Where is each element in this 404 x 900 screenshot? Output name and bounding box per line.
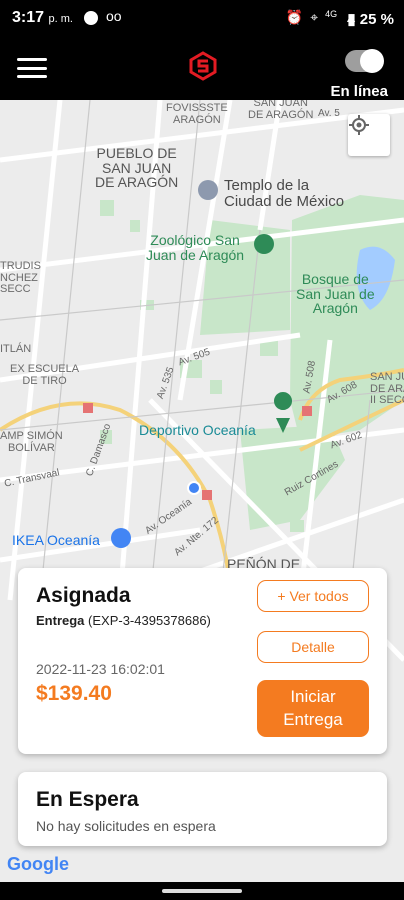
status-time-value: 3:17	[12, 9, 45, 26]
delivery-date: 2022-11-23 16:02:01	[36, 661, 165, 677]
menu-icon[interactable]	[17, 58, 47, 78]
delivery-row: Entrega (EXP-3-4395378686)	[36, 613, 211, 628]
waiting-message: No hay solicitudes en espera	[36, 818, 216, 834]
online-toggle[interactable]	[345, 49, 384, 73]
waiting-title: En Espera	[36, 788, 139, 811]
map-label-pueblo: PUEBLO DE SAN JUAN DE ARAGÓN	[95, 145, 179, 191]
battery-percent: 25 %	[359, 11, 394, 28]
status-bar: 3:17 p. m. oo ⏰ ⌖ 4G ▲ ▮ 25 %	[0, 0, 404, 38]
map-label-bosque: Bosque de San Juan de Aragón	[296, 271, 375, 317]
map-label-escuela: EX ESCUELA DE TIRO	[10, 363, 80, 387]
location-icon: ⌖	[310, 9, 319, 25]
map-label-zoologico: Zoológico San Juan de Aragón	[146, 232, 245, 263]
app-bar: En línea	[0, 38, 404, 100]
network-type: 4G	[325, 9, 338, 19]
google-logo-text: Google	[7, 854, 69, 874]
battery-icon: ▮	[347, 11, 356, 28]
map-label-campo: AMP SIMÓN BOLÍVAR	[0, 430, 63, 454]
voicemail-icon: oo	[106, 8, 122, 24]
brand-logo-icon	[188, 51, 218, 86]
home-gesture-pill[interactable]	[162, 889, 242, 893]
waiting-card: En Espera No hay solicitudes en espera	[18, 772, 387, 846]
status-time-ampm: p. m.	[48, 13, 73, 25]
notification-dot-icon	[84, 11, 98, 25]
assigned-card: Asignada Entrega (EXP-3-4395378686) 2022…	[18, 568, 387, 754]
google-logo: Google	[7, 854, 69, 875]
map-label-trudis: TRUDIS NCHEZ SECC	[0, 260, 41, 296]
online-toggle-knob	[360, 49, 384, 73]
map-label-san-juan-top: SAN JUAN DE ARAGÓN	[248, 100, 314, 121]
map-label-templo: Templo de la Ciudad de México	[224, 177, 345, 210]
alarm-icon: ⏰	[285, 9, 304, 25]
map-label-itlan: ITLÁN	[0, 343, 32, 355]
delivery-code: (EXP-3-4395378686)	[88, 613, 211, 628]
map-view[interactable]: FOVISSSTE ARAGÓN SAN JUAN DE ARAGÓN PUEB…	[0, 100, 404, 882]
map-label-san-juan-right: SAN JUAN DE ARAG II SECC	[370, 371, 404, 407]
online-label: En línea	[330, 83, 388, 100]
map-roads	[0, 100, 404, 662]
map-label-ikea: IKEA Oceanía	[12, 532, 100, 548]
delivery-type: Entrega	[36, 613, 85, 628]
detail-button[interactable]: Detalle	[257, 631, 369, 663]
battery-level: ▮ 25 %	[347, 10, 394, 28]
map-label-av-top: Av. 5	[318, 108, 340, 119]
status-time: 3:17 p. m.	[12, 9, 73, 27]
see-all-button[interactable]: + Ver todos	[257, 580, 369, 612]
start-delivery-button[interactable]: Iniciar Entrega	[257, 680, 369, 737]
map-label-deportivo: Deportivo Oceanía	[139, 422, 256, 438]
my-location-icon	[349, 115, 369, 135]
assigned-title: Asignada	[36, 584, 131, 607]
my-location-button[interactable]	[348, 114, 390, 156]
system-nav-bar	[0, 882, 404, 900]
delivery-price: $139.40	[36, 682, 112, 705]
map-label-fovissste: FOVISSSTE ARAGÓN	[166, 102, 228, 126]
